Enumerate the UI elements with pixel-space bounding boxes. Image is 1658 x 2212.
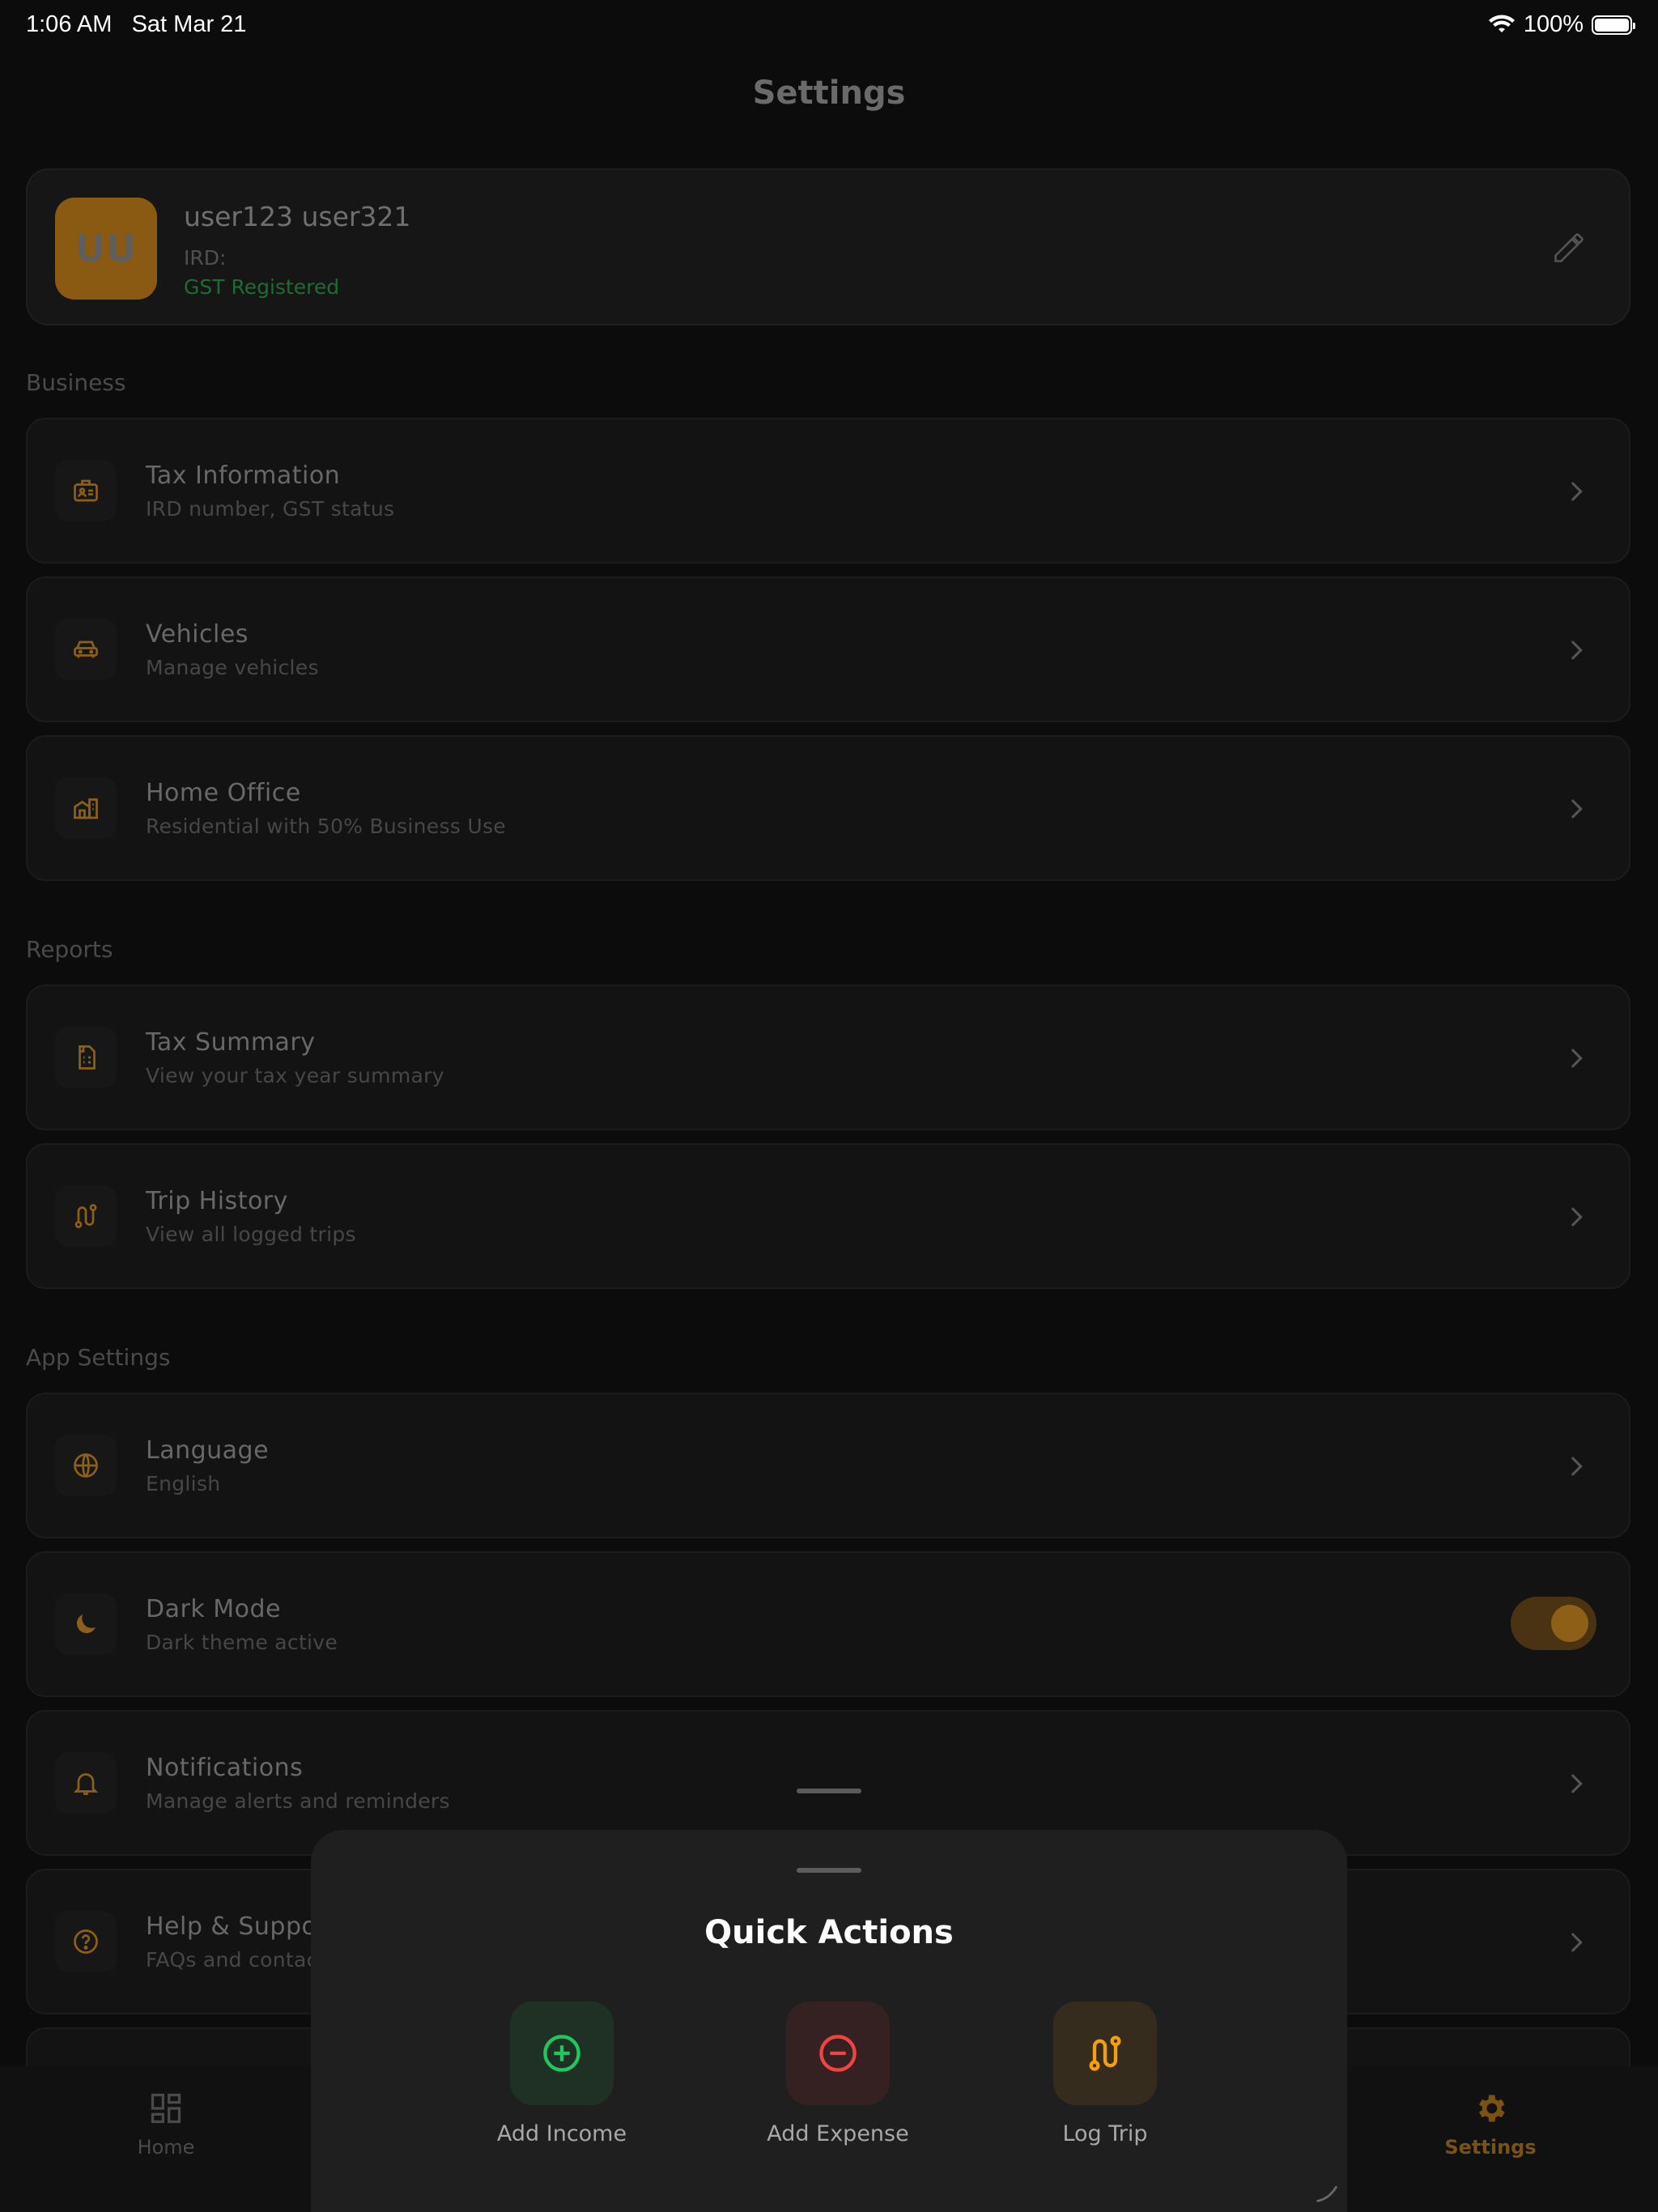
- row-subtitle: View all logged trips: [146, 1223, 356, 1246]
- route-icon: [55, 1185, 117, 1247]
- row-subtitle: English: [146, 1472, 221, 1495]
- row-title: Trip History: [146, 1187, 288, 1215]
- add-expense-button[interactable]: Add Expense: [741, 2001, 935, 2146]
- settings-row-trip-history[interactable]: Trip History View all logged trips: [26, 1143, 1630, 1289]
- log-trip-tile[interactable]: [1053, 2001, 1157, 2105]
- tab-home-label: Home: [137, 2136, 195, 2159]
- settings-row-dark-mode: Dark Mode Dark theme active: [26, 1551, 1630, 1697]
- dark-mode-toggle[interactable]: [1511, 1597, 1596, 1650]
- minus-circle-icon: [819, 2035, 857, 2072]
- route-icon: [1089, 2035, 1121, 2071]
- settings-row-tax-information[interactable]: Tax Information IRD number, GST status: [26, 418, 1630, 564]
- gst-status: GST Registered: [184, 275, 340, 299]
- tab-settings-label: Settings: [1444, 2136, 1537, 2159]
- row-title: Help & Suppor: [146, 1912, 328, 1941]
- row-subtitle: View your tax year summary: [146, 1064, 444, 1087]
- chevron-right-icon: [1571, 1774, 1583, 1793]
- settings-row-home-office[interactable]: Home Office Residential with 50% Busines…: [26, 735, 1630, 881]
- profile-ird: IRD:: [184, 246, 227, 270]
- wifi-icon: [1488, 15, 1515, 32]
- row-subtitle: Manage alerts and reminders: [146, 1789, 450, 1813]
- row-title: Language: [146, 1436, 270, 1465]
- chevron-right-icon: [1571, 799, 1583, 819]
- resize-corner-icon: [1316, 2185, 1337, 2202]
- drag-handle[interactable]: [797, 1789, 861, 1793]
- id-card-icon: [55, 460, 117, 521]
- row-title: Tax Information: [146, 462, 341, 490]
- log-trip-button[interactable]: Log Trip: [1008, 2001, 1202, 2146]
- chevron-right-icon: [1571, 1207, 1583, 1227]
- row-subtitle: FAQs and contac: [146, 1948, 318, 1972]
- row-title: Notifications: [146, 1754, 304, 1782]
- profile-name: user123 user321: [184, 201, 411, 232]
- building-icon: [55, 777, 117, 839]
- row-title: Home Office: [146, 779, 301, 807]
- car-icon: [55, 619, 117, 680]
- dashboard-icon: [151, 2093, 181, 2124]
- sheet-drag-handle[interactable]: [797, 1868, 861, 1873]
- row-subtitle: IRD number, GST status: [146, 497, 395, 521]
- log-trip-label: Log Trip: [1062, 2121, 1148, 2146]
- status-time: 1:06 AM Sat Mar 21: [26, 11, 247, 37]
- question-icon: [55, 1911, 117, 1972]
- add-expense-label: Add Expense: [767, 2121, 909, 2146]
- row-subtitle: Dark theme active: [146, 1631, 338, 1654]
- section-reports-label: Reports: [26, 936, 113, 963]
- row-title: Dark Mode: [146, 1595, 281, 1623]
- globe-icon: [55, 1435, 117, 1496]
- row-title: Tax Summary: [146, 1028, 316, 1057]
- quick-actions-sheet: Quick Actions Add Income Add Expense Log…: [311, 1830, 1347, 2212]
- toggle-knob: [1551, 1605, 1588, 1642]
- section-business-label: Business: [26, 369, 126, 396]
- status-right: 100%: [1488, 11, 1635, 38]
- tab-home[interactable]: Home: [85, 2091, 247, 2159]
- settings-row-language[interactable]: Language English: [26, 1393, 1630, 1538]
- settings-row-vehicles[interactable]: Vehicles Manage vehicles: [26, 576, 1630, 722]
- status-bar: 1:06 AM Sat Mar 21 100%: [0, 0, 1658, 52]
- moon-icon: [55, 1593, 117, 1655]
- chevron-right-icon: [1571, 640, 1583, 660]
- tab-settings[interactable]: Settings: [1409, 2091, 1571, 2159]
- add-expense-tile[interactable]: [786, 2001, 890, 2105]
- battery-percent: 100%: [1523, 11, 1584, 37]
- row-title: Vehicles: [146, 620, 249, 649]
- page-title: Settings: [752, 74, 906, 112]
- row-subtitle: Manage vehicles: [146, 656, 319, 679]
- add-income-tile[interactable]: [510, 2001, 614, 2105]
- bell-icon: [55, 1752, 117, 1814]
- add-income-button[interactable]: Add Income: [465, 2001, 659, 2146]
- chevron-right-icon: [1571, 1049, 1583, 1068]
- settings-row-tax-summary[interactable]: Tax Summary View your tax year summary: [26, 985, 1630, 1130]
- document-icon: [55, 1027, 117, 1088]
- battery-icon: [1592, 15, 1635, 35]
- add-income-label: Add Income: [496, 2121, 627, 2146]
- chevron-right-icon: [1571, 1933, 1583, 1952]
- chevron-right-icon: [1571, 482, 1583, 501]
- section-app-settings-label: App Settings: [26, 1344, 171, 1371]
- plus-circle-icon: [543, 2035, 580, 2072]
- pencil-icon[interactable]: [1551, 230, 1587, 266]
- gear-icon: [1479, 2095, 1505, 2122]
- profile-card[interactable]: UU user123 user321 IRD: GST Registered: [26, 168, 1630, 325]
- chevron-right-icon: [1571, 1457, 1583, 1476]
- sheet-title: Quick Actions: [704, 1914, 954, 1951]
- avatar: UU: [55, 198, 157, 300]
- row-subtitle: Residential with 50% Business Use: [146, 815, 506, 838]
